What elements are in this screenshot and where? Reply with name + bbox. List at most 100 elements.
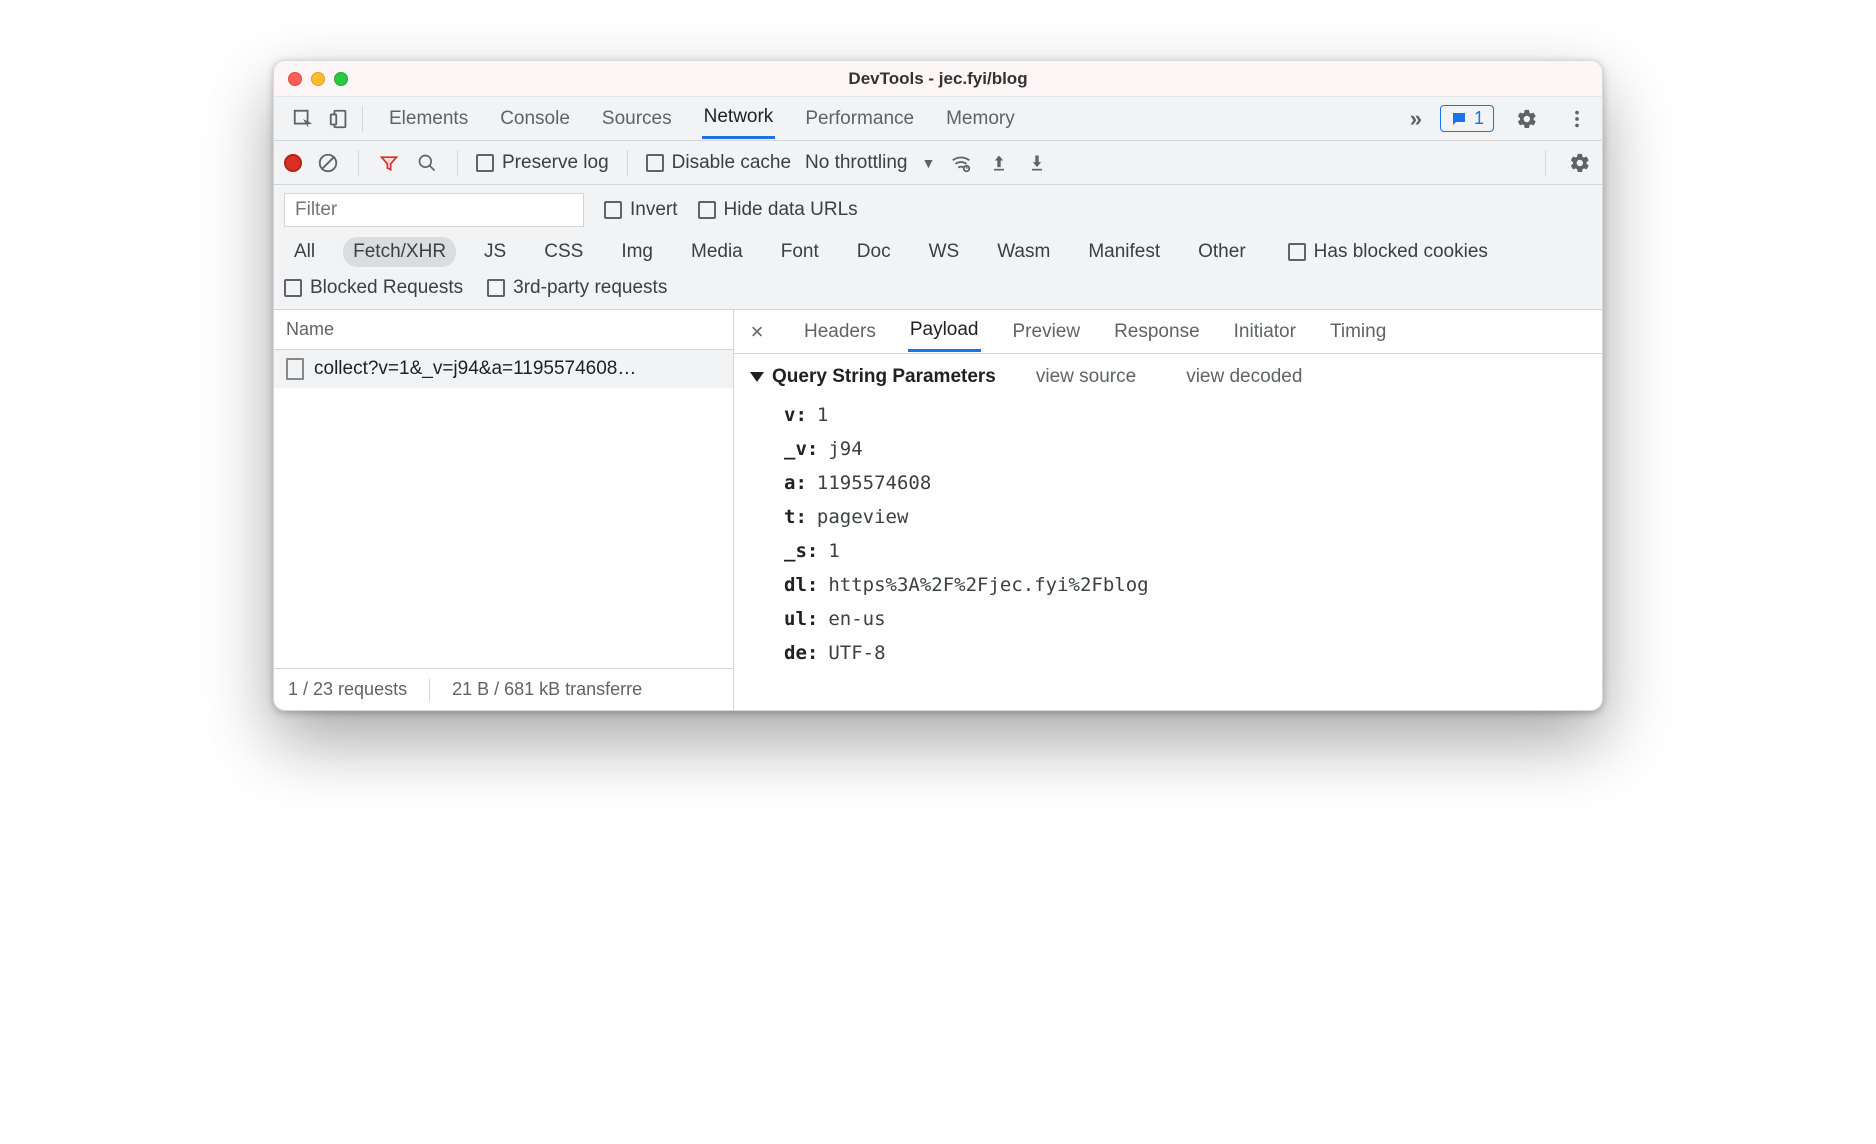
param-value: 1195574608 [817,472,931,494]
hide-data-urls-checkbox[interactable]: Hide data URLs [698,199,858,221]
type-chip-font[interactable]: Font [771,237,829,267]
network-toolbar: Preserve log Disable cache No throttling… [274,141,1602,185]
request-list-pane: Name collect?v=1&_v=j94&a=1195574608… 1 … [274,310,734,710]
query-param: v: 1 [750,398,1586,432]
detail-tab-preview[interactable]: Preview [1011,321,1083,351]
query-param: dl:https%3A%2F%2Fjec.fyi%2Fblog [750,568,1586,602]
param-key: a: [784,472,807,494]
blocked-requests-checkbox[interactable]: Blocked Requests [284,277,463,299]
body-split: Name collect?v=1&_v=j94&a=1195574608… 1 … [274,310,1602,710]
close-detail-icon[interactable]: × [742,319,772,345]
device-toolbar-icon[interactable] [322,102,356,136]
payload-body[interactable]: Query String Parameters view source view… [734,354,1602,710]
disable-cache-checkbox[interactable]: Disable cache [646,152,791,174]
query-param: _v: j94 [750,432,1586,466]
detail-tab-headers[interactable]: Headers [802,321,878,351]
payload-section-header: Query String Parameters view source view… [750,366,1586,388]
request-row[interactable]: collect?v=1&_v=j94&a=1195574608… [274,350,733,388]
param-key: dl: [784,574,818,596]
type-chip-css[interactable]: CSS [534,237,593,267]
view-source-link[interactable]: view source [1036,366,1136,388]
separator [362,106,363,132]
type-chip-other[interactable]: Other [1188,237,1256,267]
kebab-menu-icon[interactable] [1560,102,1594,136]
detail-tabs: × Headers Payload Preview Response Initiator… [734,310,1602,354]
invert-checkbox[interactable]: Invert [604,199,678,221]
errors-count: 1 [1474,108,1484,129]
query-param: t:pageview [750,500,1586,534]
request-detail-pane: × Headers Payload Preview Response Initiator… [734,310,1602,710]
type-chip-wasm[interactable]: Wasm [987,237,1060,267]
preserve-log-checkbox[interactable]: Preserve log [476,152,609,174]
third-party-checkbox[interactable]: 3rd-party requests [487,277,667,299]
has-blocked-cookies-checkbox[interactable]: Has blocked cookies [1288,241,1488,263]
view-decoded-link[interactable]: view decoded [1186,366,1302,388]
devtools-window: DevTools - jec.fyi/blog Elements Console S… [273,60,1603,711]
type-chip-img[interactable]: Img [611,237,663,267]
param-key: ul: [784,608,818,630]
tab-console[interactable]: Console [498,108,572,138]
network-settings-gear-icon[interactable] [1568,151,1592,175]
tab-memory[interactable]: Memory [944,108,1017,138]
tab-sources[interactable]: Sources [600,108,674,138]
upload-har-icon[interactable] [987,151,1011,175]
record-button[interactable] [284,154,302,172]
param-value: 1 [817,404,828,426]
param-key: _s: [784,540,818,562]
type-chip-media[interactable]: Media [681,237,753,267]
download-har-icon[interactable] [1025,151,1049,175]
param-value: en-us [828,608,885,630]
param-value: UTF-8 [828,642,885,664]
main-tabs-row: Elements Console Sources Network Performance… [274,97,1602,141]
type-chip-js[interactable]: JS [474,237,516,267]
filter-input[interactable] [284,193,584,227]
network-conditions-icon[interactable] [949,151,973,175]
separator [429,679,430,701]
tab-performance[interactable]: Performance [803,108,916,138]
window-zoom-button[interactable] [334,72,348,86]
param-value: j94 [828,438,862,460]
caret-down-icon: ▼ [921,155,935,171]
status-bar: 1 / 23 requests 21 B / 681 kB transferre [274,668,733,710]
type-chip-fetchxhr[interactable]: Fetch/XHR [343,237,456,267]
type-chip-manifest[interactable]: Manifest [1078,237,1170,267]
name-column-header[interactable]: Name [274,310,733,350]
filter-funnel-icon[interactable] [377,151,401,175]
param-key: v: [784,404,807,426]
window-minimize-button[interactable] [311,72,325,86]
settings-gear-icon[interactable] [1510,102,1544,136]
transferred-size: 21 B / 681 kB transferre [452,679,642,700]
titlebar: DevTools - jec.fyi/blog [274,61,1602,97]
param-key: _v: [784,438,818,460]
traffic-lights [288,72,348,86]
separator [1545,150,1546,176]
clear-icon[interactable] [316,151,340,175]
window-title: DevTools - jec.fyi/blog [848,69,1027,89]
query-param: _s: 1 [750,534,1586,568]
query-param: de:UTF-8 [750,636,1586,670]
detail-tab-payload[interactable]: Payload [908,319,981,352]
window-close-button[interactable] [288,72,302,86]
tab-network[interactable]: Network [702,106,776,139]
type-chip-doc[interactable]: Doc [847,237,901,267]
inspect-element-icon[interactable] [286,102,320,136]
throttling-select[interactable]: No throttling ▼ [805,152,935,174]
type-chip-ws[interactable]: WS [919,237,970,267]
separator [358,150,359,176]
filter-row: Invert Hide data URLs [274,185,1602,227]
disclosure-triangle-icon [750,372,764,382]
tabs-overflow-icon[interactable]: » [1410,106,1422,132]
param-value: 1 [828,540,839,562]
detail-tab-timing[interactable]: Timing [1328,321,1388,351]
separator [627,150,628,176]
section-toggle[interactable]: Query String Parameters [750,366,996,388]
requests-count: 1 / 23 requests [288,679,407,700]
detail-tab-initiator[interactable]: Initiator [1232,321,1298,351]
detail-tab-response[interactable]: Response [1112,321,1202,351]
param-value: pageview [817,506,909,528]
tab-elements[interactable]: Elements [387,108,470,138]
console-errors-badge[interactable]: 1 [1440,105,1494,132]
search-icon[interactable] [415,151,439,175]
type-chip-all[interactable]: All [284,237,325,267]
separator [457,150,458,176]
